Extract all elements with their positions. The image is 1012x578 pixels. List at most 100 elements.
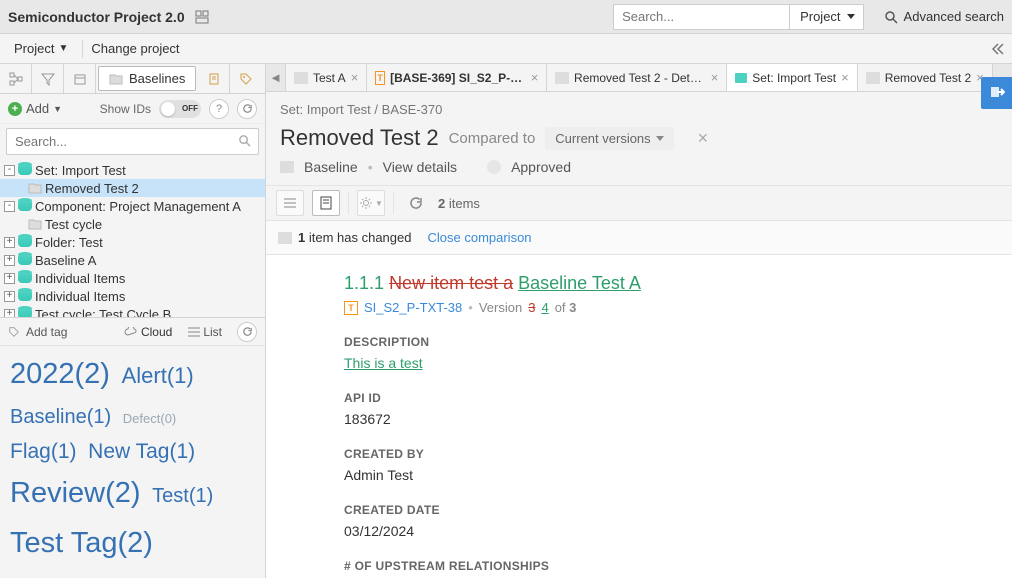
- add-tag-link[interactable]: Add tag: [26, 325, 67, 339]
- expand-toggle[interactable]: -: [4, 201, 15, 212]
- tab-label: Set: Import Test: [752, 71, 836, 85]
- tag-cloud-item[interactable]: New Tag(1): [88, 434, 195, 470]
- explorer-tree-icon[interactable]: [0, 64, 32, 93]
- approval-status-dot: [487, 160, 501, 174]
- breadcrumb-parent[interactable]: Set: Import Test: [280, 102, 371, 117]
- explorer-tree: -Set: Import TestRemoved Test 2 - Componen…: [0, 159, 265, 317]
- tag-icon[interactable]: [230, 64, 262, 93]
- tag-cloud-item[interactable]: Baseline(1): [10, 400, 111, 434]
- baselines-label: Baselines: [129, 71, 185, 86]
- field-upstream-header: # OF UPSTREAM RELATIONSHIPS: [344, 559, 982, 573]
- divider: [348, 192, 349, 214]
- expand-toggle[interactable]: +: [4, 291, 15, 302]
- folder-icon: [109, 73, 123, 85]
- chevron-down-icon: ▼: [53, 104, 62, 114]
- list-view-button[interactable]: List: [183, 323, 227, 341]
- refresh-button[interactable]: [237, 99, 257, 119]
- tab-scroll-left[interactable]: ◄: [266, 64, 286, 91]
- tree-row[interactable]: - Component: Project Management A: [0, 197, 265, 215]
- dashboard-icon[interactable]: [195, 10, 209, 24]
- testplans-icon[interactable]: [198, 64, 230, 93]
- close-icon[interactable]: ×: [531, 70, 539, 85]
- project-dropdown[interactable]: Project ▼: [8, 37, 74, 60]
- editor-tabs: ◄ Test A×T[BASE-369] SI_S2_P-TXT-38:New …: [266, 64, 1012, 92]
- item-id-link[interactable]: SI_S2_P-TXT-38: [364, 300, 462, 315]
- set-icon: [18, 237, 32, 247]
- expand-toggle[interactable]: -: [4, 165, 15, 176]
- cloud-view-button[interactable]: Cloud: [119, 323, 177, 341]
- editor-tab[interactable]: Set: Import Test ×: [727, 64, 857, 91]
- project-dropdown-label: Project: [14, 41, 54, 56]
- advanced-search-link[interactable]: Advanced search: [874, 9, 1004, 24]
- export-button[interactable]: [981, 77, 1012, 109]
- version-old: 3: [528, 300, 535, 315]
- refresh-content-button[interactable]: [402, 190, 430, 216]
- list-icon: [188, 327, 200, 337]
- divider: [393, 192, 394, 214]
- editor-tab[interactable]: Test A×: [286, 64, 367, 91]
- list-layout-button[interactable]: [276, 190, 304, 216]
- changed-count: 1 item has changed: [298, 230, 411, 245]
- baselines-tab[interactable]: Baselines: [98, 66, 196, 91]
- tree-row-label: Test cycle: Test Cycle B: [35, 307, 171, 318]
- close-comparison-link[interactable]: Close comparison: [427, 230, 531, 245]
- set-icon: [18, 165, 32, 175]
- reading-layout-button[interactable]: [312, 190, 340, 216]
- expand-toggle[interactable]: +: [4, 309, 15, 318]
- show-ids-label: Show IDs: [100, 102, 151, 116]
- version-select[interactable]: Current versions: [545, 127, 673, 150]
- tree-row[interactable]: +Individual Items: [0, 287, 265, 305]
- tree-row[interactable]: + Baseline A: [0, 251, 265, 269]
- field-description-value: This is a test: [344, 355, 982, 371]
- editor-tab[interactable]: Removed Test 2×: [858, 64, 993, 91]
- expand-toggle[interactable]: +: [4, 273, 15, 284]
- tag-cloud-item[interactable]: Test Tag(2): [10, 519, 153, 568]
- tree-row[interactable]: Test cycle: [0, 215, 265, 233]
- expand-toggle[interactable]: +: [4, 255, 15, 266]
- tree-row[interactable]: -Set: Import Test: [0, 161, 265, 179]
- plus-icon: +: [8, 102, 22, 116]
- compared-to-label: Compared to: [449, 130, 536, 147]
- editor-tab[interactable]: Removed Test 2 - Details×: [547, 64, 727, 91]
- close-compare-x[interactable]: ×: [698, 128, 709, 149]
- close-icon[interactable]: ×: [841, 70, 849, 85]
- gear-button[interactable]: ▼: [357, 190, 385, 216]
- tab-label: [BASE-369] SI_S2_P-TXT-38:New it...: [390, 71, 526, 85]
- tag-cloud-item[interactable]: Defect(0): [123, 408, 176, 430]
- collapse-panel-icon[interactable]: [990, 42, 1004, 56]
- global-search-input[interactable]: [614, 5, 789, 28]
- view-details-link[interactable]: View details: [383, 159, 457, 175]
- tag-cloud-item[interactable]: Review(2): [10, 469, 141, 518]
- tree-row[interactable]: + Test cycle: Test Cycle B: [0, 305, 265, 317]
- field-createddate-value: 03/12/2024: [344, 523, 982, 539]
- tag-cloud-item[interactable]: Alert(1): [122, 357, 194, 394]
- add-dropdown[interactable]: + Add ▼: [8, 101, 62, 116]
- show-ids-toggle[interactable]: OFF: [159, 100, 201, 118]
- toggle-state: OFF: [182, 104, 198, 113]
- filter-icon[interactable]: [32, 64, 64, 93]
- folder-icon: [28, 218, 42, 230]
- editor-tab[interactable]: T[BASE-369] SI_S2_P-TXT-38:New it...×: [367, 64, 547, 91]
- help-button[interactable]: ?: [209, 99, 229, 119]
- tag-cloud-item[interactable]: Flag(1): [10, 434, 77, 470]
- tree-row[interactable]: Removed Test 2: [0, 179, 265, 197]
- close-icon[interactable]: ×: [351, 70, 359, 85]
- tree-row[interactable]: +Individual Items: [0, 269, 265, 287]
- tag-cloud-item[interactable]: Test(1): [152, 479, 213, 513]
- folder-icon: [28, 182, 42, 194]
- expand-toggle[interactable]: +: [4, 237, 15, 248]
- tree-row-label: Component: Project Management A: [35, 199, 241, 214]
- change-project-link[interactable]: Change project: [91, 41, 179, 56]
- search-scope-select[interactable]: Project: [789, 5, 862, 29]
- tree-search-input[interactable]: [6, 128, 259, 155]
- close-icon[interactable]: ×: [711, 70, 719, 85]
- releases-icon[interactable]: [64, 64, 96, 93]
- tree-row[interactable]: +Folder: Test: [0, 233, 265, 251]
- tree-row-label: Baseline A: [35, 253, 96, 268]
- tag-cloud: 2022(2) Alert(1) Baseline(1) Defect(0) F…: [0, 346, 265, 578]
- magnifier-icon: [238, 134, 251, 147]
- chevron-down-icon: ▼: [58, 43, 68, 54]
- tag-cloud-item[interactable]: 2022(2): [10, 350, 110, 399]
- item-count: 2 items: [438, 196, 480, 211]
- refresh-tags-button[interactable]: [237, 322, 257, 342]
